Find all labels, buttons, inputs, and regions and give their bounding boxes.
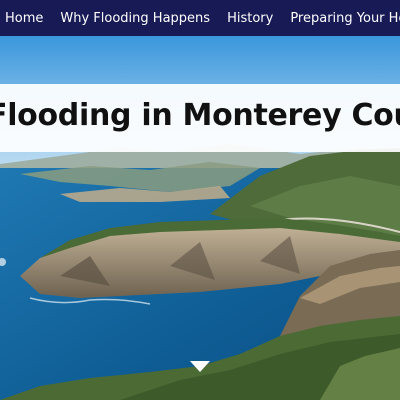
hero-title-banner: Flooding in Monterey County	[0, 84, 400, 152]
nav-item-home[interactable]: Home	[5, 11, 43, 26]
page-title: Flooding in Monterey County	[0, 98, 400, 133]
nav-item-preparing-your-home[interactable]: Preparing Your Home	[290, 11, 400, 26]
top-navigation-bar: Home Why Flooding Happens History Prepar…	[0, 0, 400, 36]
nav-menu: Home Why Flooding Happens History Prepar…	[5, 0, 400, 36]
nav-item-why-flooding-happens[interactable]: Why Flooding Happens	[60, 11, 210, 26]
nav-item-history[interactable]: History	[227, 11, 273, 26]
chevron-down-icon[interactable]	[190, 361, 210, 372]
